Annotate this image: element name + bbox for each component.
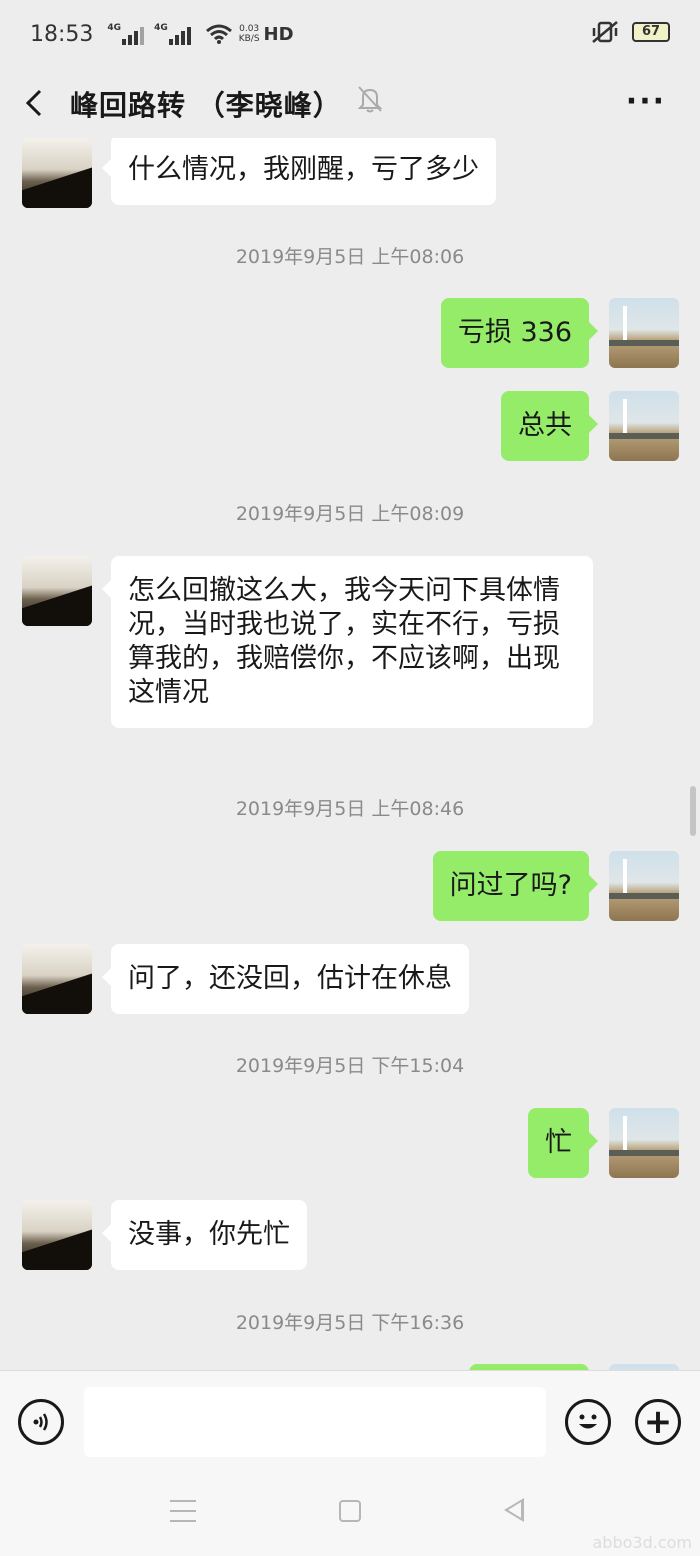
input-bar: + — [0, 1370, 700, 1470]
bell-off-icon — [357, 86, 383, 113]
home-icon[interactable] — [339, 1500, 361, 1522]
back-triangle-icon[interactable] — [504, 1498, 524, 1522]
avatar[interactable] — [22, 138, 92, 208]
vibrate-mute-icon — [592, 21, 618, 43]
message-timestamp: 2019年9月5日 下午15:04 — [235, 1055, 465, 1077]
watermark: abbo3d.com — [592, 1533, 693, 1552]
chat-header: 峰回路转 （李晓峰） ··· — [0, 68, 700, 138]
message-input[interactable] — [84, 1387, 546, 1457]
network-speed: 0.03 KB/S — [238, 24, 260, 44]
chat-title: 峰回路转 （李晓峰） — [70, 89, 342, 122]
more-options-button[interactable]: ··· — [626, 87, 666, 117]
signal-icon: 4G — [154, 23, 193, 45]
battery-indicator: 67 — [632, 22, 670, 42]
avatar[interactable] — [22, 556, 92, 626]
status-time: 18:53 — [30, 21, 94, 47]
received-message[interactable]: 问了，还没回，估计在休息 — [102, 944, 469, 1014]
status-bar: 18:53 4G 4G 0.03 KB/S HD 67 — [0, 0, 700, 68]
avatar[interactable] — [609, 298, 679, 368]
menu-icon[interactable] — [170, 1500, 196, 1522]
scrollbar[interactable] — [690, 786, 696, 836]
avatar[interactable] — [609, 391, 679, 461]
avatar[interactable] — [609, 851, 679, 921]
signal-icon: 4G — [107, 23, 146, 45]
hd-indicator: HD — [263, 23, 294, 45]
received-message[interactable]: 什么情况，我刚醒，亏了多少 — [102, 138, 496, 205]
received-message[interactable]: 怎么回撤这么大，我今天问下具体情况，当时我也说了，实在不行，亏损算我的，我赔偿你… — [102, 556, 593, 728]
avatar[interactable] — [22, 944, 92, 1014]
sent-message[interactable]: 问过了吗? — [432, 851, 599, 921]
message-timestamp: 2019年9月5日 上午08:09 — [235, 503, 465, 525]
avatar[interactable] — [609, 1108, 679, 1178]
system-nav-bar: abbo3d.com — [0, 1470, 700, 1556]
message-timestamp: 2019年9月5日 上午08:06 — [235, 246, 465, 268]
message-timestamp: 2019年9月5日 上午08:46 — [235, 798, 465, 820]
avatar[interactable] — [22, 1200, 92, 1270]
wifi-icon — [205, 24, 232, 44]
voice-icon[interactable] — [18, 1399, 64, 1445]
plus-icon[interactable]: + — [635, 1399, 681, 1445]
message-timestamp: 2019年9月5日 下午16:36 — [235, 1312, 465, 1334]
sent-message[interactable]: 亏损 336 — [440, 298, 599, 368]
received-message[interactable]: 没事，你先忙 — [102, 1200, 307, 1270]
sent-message[interactable]: 总共 — [501, 391, 598, 461]
chevron-left-icon[interactable] — [22, 88, 48, 118]
emoji-icon[interactable] — [565, 1399, 611, 1445]
sent-message[interactable]: 忙 — [528, 1108, 598, 1178]
message-list[interactable]: 什么情况，我刚醒，亏了多少 2019年9月5日 上午08:06 亏损 336 总… — [0, 138, 700, 1370]
